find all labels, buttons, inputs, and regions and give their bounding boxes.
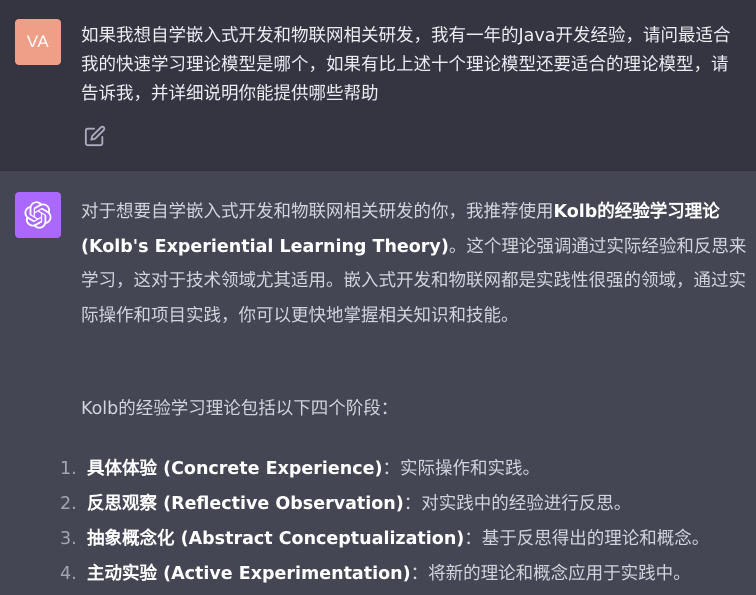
stage-description: ：实际操作和实践。	[382, 459, 540, 479]
user-message-text: 如果我想自学嵌入式开发和物联网相关研发，我有一年的Java开发经验，请问最适合我…	[81, 26, 731, 104]
stage-description: ：将新的理论和概念应用于实践中。	[410, 564, 691, 584]
stage-description: ：基于反思得出的理论和概念。	[464, 529, 710, 549]
stage-list: 1. 具体体验 (Concrete Experience)：实际操作和实践。 2.…	[60, 454, 750, 594]
intro-text-before: 对于想要自学嵌入式开发和物联网相关研发的你，我推荐使用	[81, 202, 554, 222]
list-number: 3.	[60, 529, 77, 549]
stage-title: 主动实验 (Active Experimentation)	[87, 564, 411, 584]
stage-description: ：对实践中的经验进行反思。	[403, 494, 632, 514]
list-item: 2. 反思观察 (Reflective Observation)：对实践中的经验进…	[60, 489, 750, 524]
list-number: 1.	[60, 459, 77, 479]
stage-title: 具体体验 (Concrete Experience)	[87, 459, 383, 479]
assistant-answer-intro: 对于想要自学嵌入式开发和物联网相关研发的你，我推荐使用Kolb的经验学习理论 (…	[81, 195, 749, 333]
stage-title: 抽象概念化 (Abstract Conceptualization)	[87, 529, 465, 549]
list-number: 4.	[60, 564, 77, 584]
list-item: 3. 抽象概念化 (Abstract Conceptualization)：基于反…	[60, 524, 750, 559]
openai-logo-icon	[15, 192, 61, 238]
edit-icon[interactable]	[84, 125, 106, 147]
stage-title: 反思观察 (Reflective Observation)	[87, 494, 404, 514]
list-item: 1. 具体体验 (Concrete Experience)：实际操作和实践。	[60, 454, 750, 489]
stages-intro-text: Kolb的经验学习理论包括以下四个阶段：	[81, 399, 399, 419]
list-number: 2.	[60, 494, 77, 514]
user-avatar: VA	[15, 19, 61, 65]
list-item: 4. 主动实验 (Active Experimentation)：将新的理论和概念…	[60, 559, 750, 594]
